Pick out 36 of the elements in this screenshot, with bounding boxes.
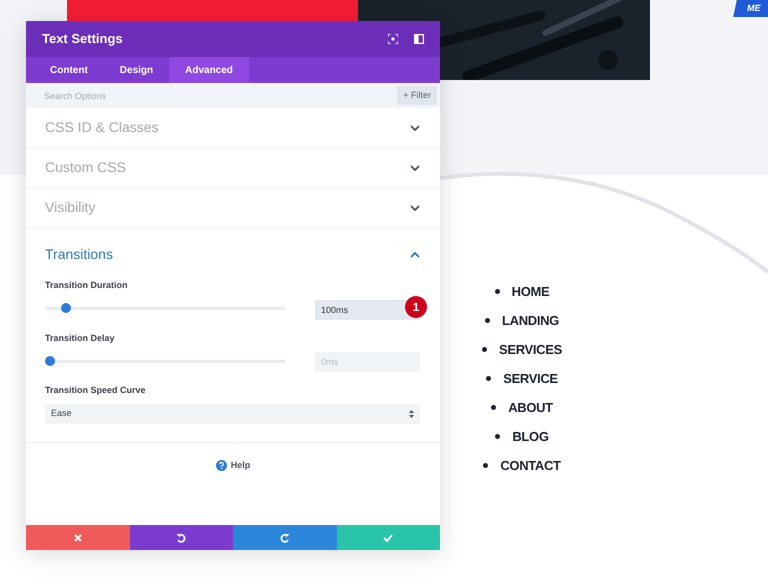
chevron-down-icon — [410, 164, 420, 170]
chevron-down-icon — [410, 124, 420, 130]
nav-link[interactable]: BLOG — [495, 428, 549, 445]
slider-thumb[interactable] — [45, 356, 55, 366]
search-field[interactable]: Search Options — [26, 83, 398, 108]
section-header[interactable]: Transitions — [26, 228, 440, 279]
close-icon — [74, 534, 82, 542]
nav-link[interactable]: CONTACT — [483, 457, 561, 474]
chevron-up-icon — [410, 252, 420, 258]
select-field[interactable]: Ease — [45, 404, 420, 424]
fullscreen-icon[interactable] — [388, 34, 398, 44]
sidebar-icon[interactable] — [414, 34, 424, 44]
nav-link[interactable]: HOME — [494, 283, 550, 300]
redo-icon — [280, 532, 290, 542]
field-label: Transition Duration — [45, 279, 129, 292]
nav-link[interactable]: LANDING — [485, 312, 559, 329]
tab[interactable]: Design — [104, 57, 170, 83]
chevron-down-icon — [410, 204, 420, 210]
field-label: Transition Delay — [45, 332, 116, 345]
tab[interactable]: Advanced — [169, 57, 249, 83]
undo-icon — [176, 532, 186, 542]
select-arrows-icon — [409, 410, 414, 418]
filter-button[interactable]: + Filter — [397, 83, 440, 108]
nav-link[interactable]: SERVICE — [486, 370, 558, 387]
field-label: Transition Speed Curve — [45, 384, 147, 397]
help-link[interactable]: Help — [216, 458, 250, 472]
nav-link[interactable]: SERVICES — [482, 341, 562, 358]
nav-link[interactable]: ABOUT — [491, 399, 553, 416]
slider-thumb[interactable] — [61, 303, 72, 313]
panel-title: Text Settings — [42, 30, 123, 48]
corner-badge: ME — [733, 0, 768, 17]
step-badge: 1 — [405, 296, 427, 318]
check-icon — [383, 534, 394, 542]
value-field[interactable]: 0ms — [315, 352, 420, 372]
help-icon — [216, 460, 227, 471]
tab[interactable]: Content — [34, 57, 104, 83]
